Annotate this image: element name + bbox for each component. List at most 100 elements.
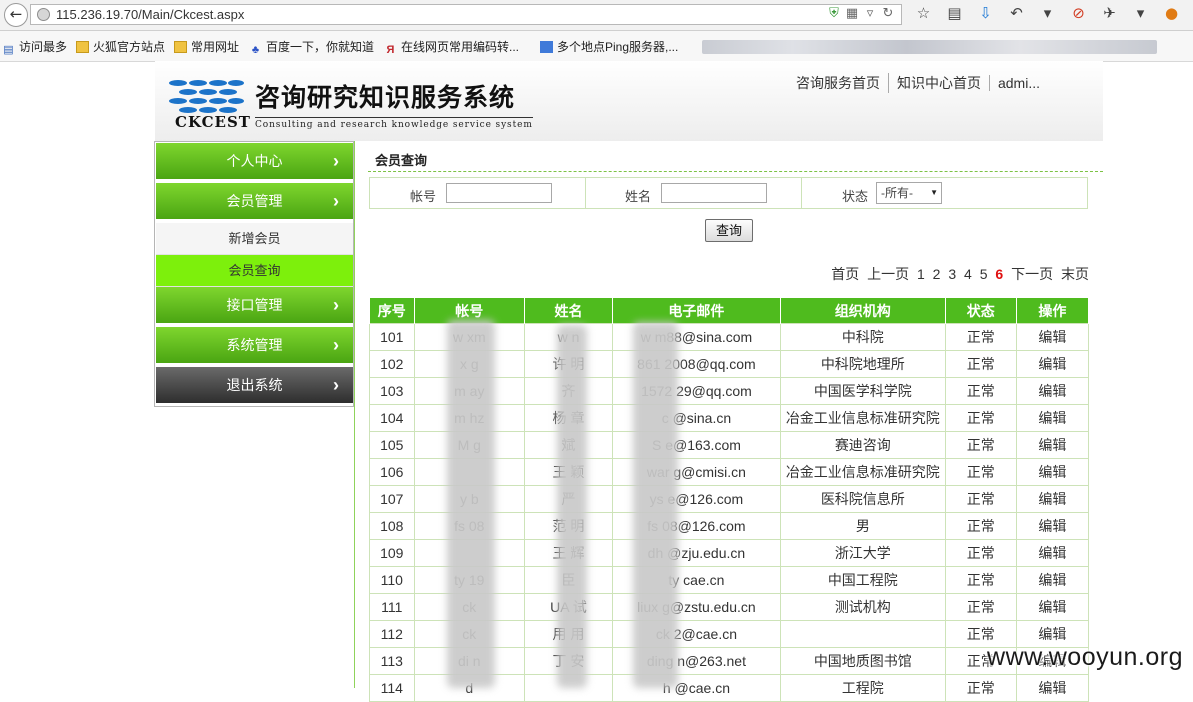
cell-organization: 中科院 xyxy=(779,323,946,351)
cell-index: 112 xyxy=(369,620,415,648)
status-select-value: -所有- xyxy=(881,186,913,200)
cell-organization: 男 xyxy=(779,512,946,540)
col-header-index: 序号 xyxy=(369,297,415,324)
pager-first[interactable]: 首页 xyxy=(831,266,859,282)
edit-link[interactable]: 编辑 xyxy=(1015,512,1090,540)
cell-status: 正常 xyxy=(944,566,1017,594)
bookmark-common-sites[interactable]: 常用网址 xyxy=(174,38,239,55)
chevron-right-icon: › xyxy=(333,295,339,315)
sidebar-item-label: 会员管理 xyxy=(226,193,283,209)
reload-icon[interactable]: ↻ xyxy=(879,6,897,21)
sidebar-item-personal[interactable]: 个人中心 › xyxy=(156,143,353,181)
bookmark-ping[interactable]: 多个地点Ping服务器,... xyxy=(540,38,678,55)
sidebar-subitem-member-query[interactable]: 会员查询 xyxy=(156,255,353,287)
dropdown-icon[interactable]: ▿ xyxy=(861,6,879,21)
logo-wordmark: CKCEST xyxy=(175,113,251,131)
edit-link[interactable]: 编辑 xyxy=(1015,323,1090,351)
cell-index: 106 xyxy=(369,458,415,486)
cell-status: 正常 xyxy=(944,485,1017,513)
sidebar-item-logout[interactable]: 退出系统 › xyxy=(156,367,353,405)
edit-link[interactable]: 编辑 xyxy=(1015,404,1090,432)
edit-link[interactable]: 编辑 xyxy=(1015,539,1090,567)
logo-icon xyxy=(169,80,244,113)
edit-link[interactable]: 编辑 xyxy=(1015,485,1090,513)
title-divider xyxy=(368,171,1103,172)
cell-organization: 冶金工业信息标准研究院 xyxy=(779,458,946,486)
block-icon[interactable]: ⊘ xyxy=(1063,4,1094,22)
cell-organization: 工程院 xyxy=(779,674,946,702)
url-text[interactable]: 115.236.19.70/Main/Ckcest.aspx xyxy=(56,7,244,22)
nav-user-account[interactable]: admi... xyxy=(988,75,1048,91)
edit-link[interactable]: 编辑 xyxy=(1015,431,1090,459)
search-form: 帐号 姓名 状态 -所有- ▼ xyxy=(369,177,1088,209)
edit-link[interactable]: 编辑 xyxy=(1015,350,1090,378)
name-input[interactable] xyxy=(661,183,767,203)
sidebar-item-member-mgmt[interactable]: 会员管理 › xyxy=(156,183,353,221)
extension-icon[interactable]: ✈ xyxy=(1094,4,1125,22)
bookmark-frequent[interactable]: ▤ 访问最多 xyxy=(2,38,67,56)
menu-dropdown-icon[interactable]: ▾ xyxy=(1032,4,1063,22)
sidebar-subitem-add-member[interactable]: 新增会员 xyxy=(156,223,353,255)
pager-prev[interactable]: 上一页 xyxy=(867,266,909,282)
menu-dropdown-icon[interactable]: ▾ xyxy=(1125,4,1156,22)
pager-page-1[interactable]: 1 xyxy=(917,266,925,282)
dropdown-arrow-icon: ▼ xyxy=(930,188,938,197)
pager-page-3[interactable]: 3 xyxy=(948,266,956,282)
search-name-cell: 姓名 xyxy=(586,178,802,208)
pager-next[interactable]: 下一页 xyxy=(1011,266,1053,282)
bookmarks-bar: ▤ 访问最多 火狐官方站点 常用网址 ♣ 百度一下，你就知道 Я 在线网页常用编码转.… xyxy=(0,31,1193,62)
query-button[interactable]: 查询 xyxy=(705,219,753,242)
status-select[interactable]: -所有- ▼ xyxy=(876,182,942,204)
sidebar-item-label: 系统管理 xyxy=(226,337,283,353)
site-title: 咨询研究知识服务系统 xyxy=(255,83,516,112)
sidebar-item-api-mgmt[interactable]: 接口管理 › xyxy=(156,287,353,325)
nav-knowledge-home[interactable]: 知识中心首页 xyxy=(887,73,989,93)
pager-current-page: 6 xyxy=(995,266,1004,282)
cell-status: 正常 xyxy=(944,431,1017,459)
privacy-blur xyxy=(633,322,678,688)
download-icon[interactable]: ⇩ xyxy=(970,4,1001,22)
firefox-icon[interactable]: ● xyxy=(1156,4,1187,22)
qr-code-icon[interactable]: ▦ xyxy=(843,6,861,21)
pager-page-4[interactable]: 4 xyxy=(964,266,972,282)
back-button[interactable]: ← xyxy=(4,3,28,27)
edit-link[interactable]: 编辑 xyxy=(1015,593,1090,621)
pager-page-2[interactable]: 2 xyxy=(933,266,941,282)
reading-list-icon[interactable]: ▤ xyxy=(939,4,970,22)
account-label: 帐号 xyxy=(410,189,437,204)
bookmark-encode-tool[interactable]: Я 在线网页常用编码转... xyxy=(384,38,519,56)
address-bar[interactable]: 115.236.19.70/Main/Ckcest.aspx ⛨ ▦ ▿ ↻ xyxy=(30,4,902,25)
account-input[interactable] xyxy=(446,183,552,203)
cell-organization: 测试机构 xyxy=(779,593,946,621)
pager-page-5[interactable]: 5 xyxy=(980,266,988,282)
content-divider xyxy=(354,141,355,688)
cell-organization: 医科院信息所 xyxy=(779,485,946,513)
cell-index: 113 xyxy=(369,647,415,675)
cell-status: 正常 xyxy=(944,512,1017,540)
bookmark-baidu[interactable]: ♣ 百度一下，你就知道 xyxy=(249,38,374,56)
privacy-blur xyxy=(447,320,495,688)
nav-consulting-home[interactable]: 咨询服务首页 xyxy=(788,73,888,93)
cell-status: 正常 xyxy=(944,593,1017,621)
edit-link[interactable]: 编辑 xyxy=(1015,566,1090,594)
cell-index: 104 xyxy=(369,404,415,432)
search-account-cell: 帐号 xyxy=(370,178,586,208)
edit-link[interactable]: 编辑 xyxy=(1015,674,1090,702)
name-label: 姓名 xyxy=(625,189,652,204)
chevron-right-icon: › xyxy=(333,375,339,395)
ping-icon xyxy=(540,41,553,53)
pager-last[interactable]: 末页 xyxy=(1061,266,1089,282)
cell-status: 正常 xyxy=(944,404,1017,432)
shield-icon[interactable]: ⛨ xyxy=(825,6,843,21)
chevron-right-icon: › xyxy=(333,151,339,171)
undo-icon[interactable]: ↶ xyxy=(1001,4,1032,22)
edit-link[interactable]: 编辑 xyxy=(1015,458,1090,486)
url-actions: ⛨ ▦ ▿ ↻ xyxy=(825,6,897,21)
bookmark-star-icon[interactable]: ☆ xyxy=(908,4,939,22)
blurred-bookmarks xyxy=(702,40,1157,54)
cell-organization: 赛迪咨询 xyxy=(779,431,946,459)
sidebar-item-system-mgmt[interactable]: 系统管理 › xyxy=(156,327,353,365)
bookmark-firefox-site[interactable]: 火狐官方站点 xyxy=(76,38,165,55)
site-info-icon[interactable] xyxy=(37,8,50,21)
edit-link[interactable]: 编辑 xyxy=(1015,377,1090,405)
